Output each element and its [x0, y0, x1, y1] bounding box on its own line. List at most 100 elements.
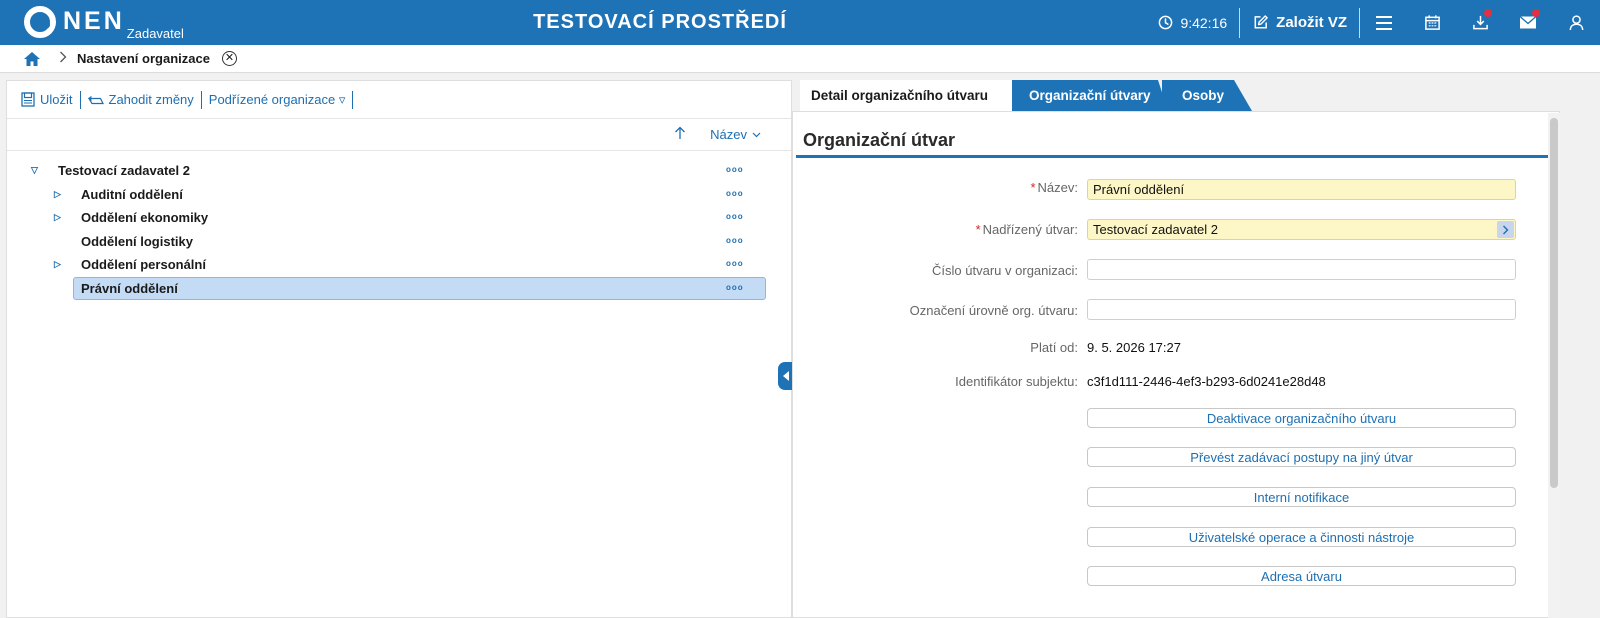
toolbar-divider: [352, 90, 354, 109]
name-label: * Název:: [802, 180, 1078, 195]
calendar-icon: [1424, 15, 1440, 30]
create-tender-label: Založit VZ: [1276, 14, 1347, 31]
tree-node[interactable]: ▷ Auditní oddělení ooo: [7, 183, 791, 207]
tab-persons[interactable]: Osoby: [1162, 80, 1252, 111]
create-tender-button[interactable]: Založit VZ: [1240, 14, 1359, 31]
subject-id-value: c3f1d111-2446-4ef3-b293-6d0241e28d48: [1087, 374, 1326, 389]
transfer-procedures-button[interactable]: Převést zadávací postupy na jiný útvar: [1087, 447, 1516, 467]
messages-button[interactable]: [1504, 0, 1552, 45]
nen-logo[interactable]: NEN Zadavatel: [24, 6, 184, 41]
tree-node-label: Oddělení logistiky: [81, 233, 193, 249]
tab-org-units[interactable]: Organizační útvary: [1010, 80, 1168, 111]
required-marker: *: [1030, 180, 1036, 195]
parent-unit-lookup-button[interactable]: [1497, 221, 1514, 238]
close-icon[interactable]: ✕: [221, 51, 237, 66]
organization-tree-panel: Uložit Zahodit změny Podřízené organizac…: [6, 80, 792, 618]
header-actions: 9:42:16 Založit VZ: [1146, 0, 1600, 45]
tree-node-label: Oddělení ekonomiky: [81, 210, 209, 226]
tree-node-label: Oddělení personální: [81, 257, 206, 273]
user-operations-button[interactable]: Uživatelské operace a činnosti nástroje: [1087, 527, 1516, 547]
deactivate-unit-button[interactable]: Deaktivace organizačního útvaru: [1087, 408, 1516, 428]
unit-number-field[interactable]: [1087, 259, 1516, 280]
logo-ring-icon: [24, 6, 56, 38]
clock-icon: [1159, 15, 1173, 30]
tree-node-selected[interactable]: Právní oddělení ooo: [7, 276, 791, 301]
collapse-icon[interactable]: ▽: [31, 165, 38, 176]
tab-org-units-label: Organizační útvary: [1029, 88, 1151, 103]
sub-organizations-label: Podřízené organizace ▿: [208, 91, 346, 107]
home-button[interactable]: [15, 45, 49, 73]
sort-direction-button[interactable]: [674, 126, 686, 143]
tree-node[interactable]: Oddělení logistiky ooo: [7, 230, 791, 254]
tree-node-label: Auditní oddělení: [81, 186, 183, 202]
panel-collapse-handle[interactable]: [778, 362, 792, 390]
more-options-icon[interactable]: ooo: [726, 236, 744, 245]
more-options-icon[interactable]: ooo: [726, 259, 744, 268]
logo-subtitle: Zadavatel: [126, 26, 184, 41]
save-button[interactable]: Uložit: [14, 92, 80, 107]
scrollbar[interactable]: [1548, 113, 1560, 618]
tab-unit-detail-label: Detail organizačního útvaru: [811, 88, 989, 103]
required-marker: *: [975, 222, 981, 237]
parent-unit-field[interactable]: [1087, 219, 1516, 240]
calendar-button[interactable]: [1408, 0, 1456, 45]
downloads-badge: [1484, 9, 1492, 17]
section-divider: [796, 155, 1548, 158]
unit-address-button[interactable]: Adresa útvaru: [1087, 566, 1516, 586]
name-label-text: Název:: [1037, 180, 1078, 195]
section-title: Organizační útvar: [803, 130, 956, 150]
internal-notifications-button[interactable]: Interní notifikace: [1087, 487, 1516, 507]
more-options-icon[interactable]: ooo: [726, 189, 744, 198]
chevron-down-icon: [752, 132, 761, 137]
name-field[interactable]: [1087, 179, 1516, 200]
sort-field-dropdown[interactable]: Název: [710, 127, 761, 142]
valid-from-label: Platí od:: [1030, 340, 1078, 355]
downloads-button[interactable]: [1456, 0, 1504, 45]
time-value: 9:42:16: [1180, 14, 1228, 31]
tree-node-root[interactable]: ▽ Testovací zadavatel 2 ooo: [7, 159, 791, 183]
expand-icon[interactable]: ▷: [54, 259, 61, 270]
user-button[interactable]: [1552, 0, 1600, 45]
edit-icon: [1254, 15, 1268, 29]
parent-unit-label-text: Nadřízený útvar:: [982, 222, 1078, 237]
expand-icon[interactable]: ▷: [54, 212, 61, 223]
breadcrumb: Nastavení organizace ✕: [0, 45, 1600, 73]
scrollbar-thumb[interactable]: [1550, 118, 1558, 488]
messages-badge: [1532, 9, 1540, 17]
envelope-icon: [1519, 15, 1537, 29]
sort-field-label: Název: [710, 127, 747, 142]
tab-persons-label: Osoby: [1182, 88, 1225, 103]
parent-unit-label: * Nadřízený útvar:: [802, 222, 1078, 237]
home-icon: [24, 51, 40, 66]
tab-unit-detail[interactable]: Detail organizačního útvaru: [800, 80, 1012, 111]
discard-changes-button[interactable]: Zahodit změny: [81, 92, 201, 107]
more-options-icon[interactable]: ooo: [726, 212, 744, 221]
save-label: Uložit: [40, 92, 73, 107]
unit-number-label: Číslo útvaru v organizaci:: [932, 263, 1078, 278]
expand-icon[interactable]: ▷: [54, 189, 61, 200]
valid-from-value: 9. 5. 2026 17:27: [1087, 340, 1181, 355]
tree-node-label: Právní oddělení: [81, 280, 178, 296]
environment-title: TESTOVACÍ PROSTŘEDÍ: [533, 11, 787, 33]
discard-changes-label: Zahodit změny: [108, 92, 194, 107]
more-options-icon[interactable]: ooo: [726, 165, 744, 174]
session-time: 9:42:16: [1146, 15, 1239, 31]
breadcrumb-current[interactable]: Nastavení organizace: [77, 51, 210, 66]
unit-level-label: Označení úrovně org. útvaru:: [909, 303, 1078, 318]
arrow-up-icon: [675, 126, 686, 139]
sub-organizations-dropdown[interactable]: Podřízené organizace ▿: [202, 92, 353, 108]
more-options-icon[interactable]: ooo: [726, 283, 744, 292]
tree-node-label: Testovací zadavatel 2: [58, 163, 190, 179]
organization-tree: ▽ Testovací zadavatel 2 ooo ▷ Auditní od…: [7, 151, 791, 300]
tree-node[interactable]: ▷ Oddělení ekonomiky ooo: [7, 206, 791, 230]
user-icon: [1569, 15, 1583, 31]
top-bar: NEN Zadavatel TESTOVACÍ PROSTŘEDÍ 9:42:1…: [0, 0, 1600, 45]
chevron-right-icon: [59, 51, 67, 66]
tree-node[interactable]: ▷ Oddělení personální ooo: [7, 253, 791, 277]
tree-toolbar: Uložit Zahodit změny Podřízené organizac…: [7, 81, 791, 119]
logo-text: NEN: [63, 7, 125, 35]
hamburger-icon: [1376, 15, 1392, 30]
menu-button[interactable]: [1360, 0, 1408, 45]
discard-icon: [87, 95, 104, 104]
unit-level-field[interactable]: [1087, 299, 1516, 320]
